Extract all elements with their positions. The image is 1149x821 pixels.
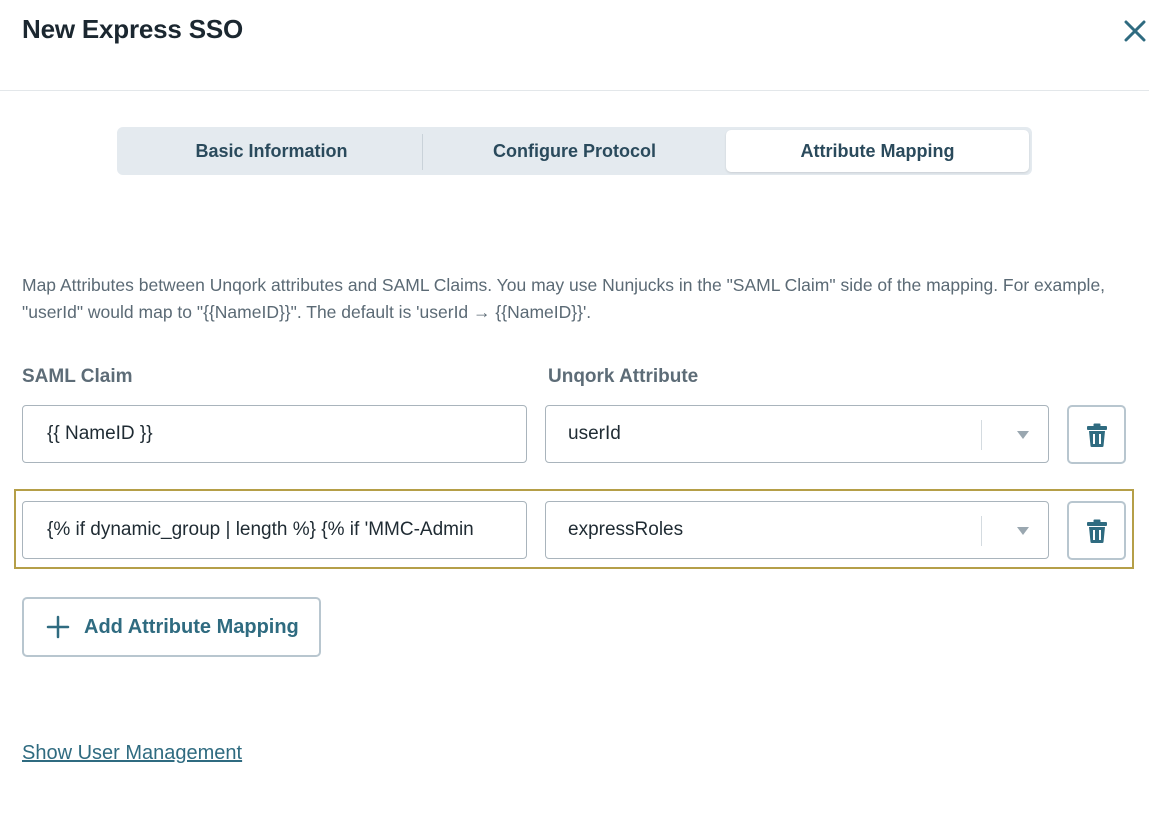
unqork-attribute-select[interactable]: expressRoles [545, 501, 1049, 559]
tab-basic-information[interactable]: Basic Information [120, 130, 423, 172]
unqork-attribute-select[interactable]: userId [545, 405, 1049, 463]
add-attribute-mapping-label: Add Attribute Mapping [84, 615, 299, 638]
dialog-header: New Express SSO [0, 0, 1149, 91]
close-icon[interactable] [1120, 16, 1149, 46]
plus-icon [46, 615, 70, 639]
chevron-down-icon [1017, 431, 1029, 439]
select-value: expressRoles [568, 519, 684, 540]
show-user-management-link[interactable]: Show User Management [22, 742, 242, 765]
trash-icon [1086, 423, 1107, 447]
select-divider [981, 516, 982, 546]
dialog-title: New Express SSO [22, 14, 243, 44]
tab-configure-protocol[interactable]: Configure Protocol [423, 130, 726, 172]
delete-mapping-button[interactable] [1067, 501, 1126, 560]
saml-claim-input[interactable]: {% if dynamic_group | length %} {% if 'M… [22, 501, 527, 559]
unqork-attribute-column-label: Unqork Attribute [548, 366, 699, 387]
tab-attribute-mapping[interactable]: Attribute Mapping [726, 130, 1029, 172]
saml-claim-column-label: SAML Claim [22, 366, 133, 387]
add-attribute-mapping-button[interactable]: Add Attribute Mapping [22, 597, 321, 657]
trash-icon [1086, 519, 1107, 543]
select-value: userId [568, 423, 621, 444]
delete-mapping-button[interactable] [1067, 405, 1126, 464]
mapping-description: Map Attributes between Unqork attributes… [22, 275, 1106, 322]
saml-claim-input[interactable]: {{ NameID }} [22, 405, 527, 463]
select-divider [981, 420, 982, 450]
tab-bar: Basic Information Configure Protocol Att… [117, 127, 1032, 175]
chevron-down-icon [1017, 527, 1029, 535]
